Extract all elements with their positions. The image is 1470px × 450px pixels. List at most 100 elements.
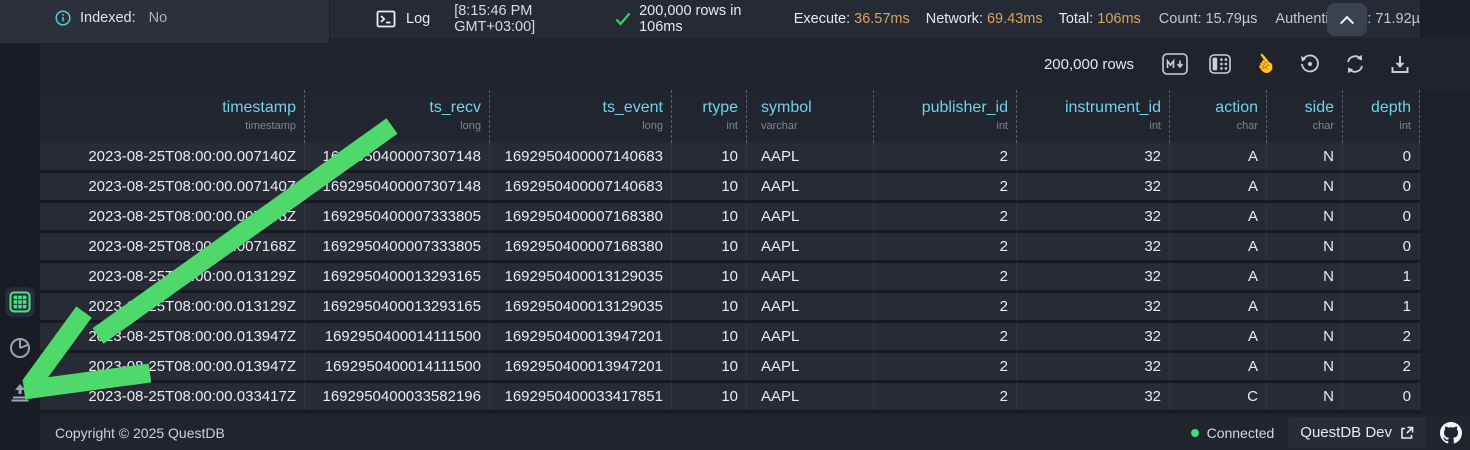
table-cell-publisher_id[interactable]: 2 bbox=[874, 263, 1017, 290]
restore-view-button[interactable] bbox=[1296, 51, 1324, 77]
table-cell-action[interactable]: C bbox=[1170, 383, 1267, 410]
table-cell-symbol[interactable]: AAPL bbox=[747, 323, 874, 350]
table-cell-timestamp[interactable]: 2023-08-25T08:00:00.013129Z bbox=[40, 263, 305, 290]
table-cell-action[interactable]: A bbox=[1170, 233, 1267, 260]
table-cell-symbol[interactable]: AAPL bbox=[747, 293, 874, 320]
table-cell-rtype[interactable]: 10 bbox=[672, 173, 747, 200]
table-row[interactable]: 2023-08-25T08:00:00.013947Z1692950400014… bbox=[40, 323, 1420, 353]
sidebar-item-import[interactable] bbox=[5, 377, 35, 407]
table-cell-instrument_id[interactable]: 32 bbox=[1017, 353, 1170, 380]
table-cell-ts_event[interactable]: 1692950400007140683 bbox=[490, 143, 672, 170]
log-label[interactable]: Log bbox=[406, 11, 430, 27]
table-cell-rtype[interactable]: 10 bbox=[672, 293, 747, 320]
table-cell-rtype[interactable]: 10 bbox=[672, 233, 747, 260]
table-cell-publisher_id[interactable]: 2 bbox=[874, 293, 1017, 320]
table-cell-ts_event[interactable]: 1692950400033417851 bbox=[490, 383, 672, 410]
column-header-action[interactable]: actionchar bbox=[1170, 90, 1267, 143]
table-cell-instrument_id[interactable]: 32 bbox=[1017, 233, 1170, 260]
table-cell-depth[interactable]: 0 bbox=[1343, 143, 1420, 170]
table-cell-depth[interactable]: 0 bbox=[1343, 203, 1420, 230]
table-cell-timestamp[interactable]: 2023-08-25T08:00:00.007140Z bbox=[40, 143, 305, 170]
table-cell-instrument_id[interactable]: 32 bbox=[1017, 263, 1170, 290]
table-cell-publisher_id[interactable]: 2 bbox=[874, 383, 1017, 410]
table-cell-timestamp[interactable]: 2023-08-25T08:00:00.007168Z bbox=[40, 203, 305, 230]
table-cell-ts_recv[interactable]: 1692950400014111500 bbox=[305, 323, 490, 350]
table-cell-ts_event[interactable]: 1692950400013947201 bbox=[490, 323, 672, 350]
table-cell-timestamp[interactable]: 2023-08-25T08:00:00.007140Z bbox=[40, 173, 305, 200]
table-cell-ts_recv[interactable]: 1692950400007333805 bbox=[305, 233, 490, 260]
table-cell-instrument_id[interactable]: 32 bbox=[1017, 323, 1170, 350]
table-cell-publisher_id[interactable]: 2 bbox=[874, 233, 1017, 260]
toggle-columns-button[interactable] bbox=[1206, 51, 1234, 77]
table-cell-rtype[interactable]: 10 bbox=[672, 383, 747, 410]
table-cell-symbol[interactable]: AAPL bbox=[747, 143, 874, 170]
table-cell-side[interactable]: N bbox=[1267, 233, 1343, 260]
table-cell-ts_event[interactable]: 1692950400007168380 bbox=[490, 203, 672, 230]
table-cell-rtype[interactable]: 10 bbox=[672, 203, 747, 230]
table-cell-symbol[interactable]: AAPL bbox=[747, 173, 874, 200]
table-row[interactable]: 2023-08-25T08:00:00.013947Z1692950400014… bbox=[40, 353, 1420, 383]
table-cell-publisher_id[interactable]: 2 bbox=[874, 323, 1017, 350]
table-cell-instrument_id[interactable]: 32 bbox=[1017, 173, 1170, 200]
pointer-mode-button[interactable]: ☝ bbox=[1251, 51, 1279, 77]
table-row[interactable]: 2023-08-25T08:00:00.013129Z1692950400013… bbox=[40, 293, 1420, 323]
table-cell-action[interactable]: A bbox=[1170, 293, 1267, 320]
table-cell-timestamp[interactable]: 2023-08-25T08:00:00.013947Z bbox=[40, 353, 305, 380]
column-header-ts_event[interactable]: ts_eventlong bbox=[490, 90, 672, 143]
table-cell-timestamp[interactable]: 2023-08-25T08:00:00.013129Z bbox=[40, 293, 305, 320]
table-cell-symbol[interactable]: AAPL bbox=[747, 353, 874, 380]
table-cell-symbol[interactable]: AAPL bbox=[747, 263, 874, 290]
sidebar-item-grid[interactable] bbox=[5, 287, 35, 317]
table-cell-instrument_id[interactable]: 32 bbox=[1017, 293, 1170, 320]
column-header-rtype[interactable]: rtypeint bbox=[672, 90, 747, 143]
table-cell-instrument_id[interactable]: 32 bbox=[1017, 203, 1170, 230]
column-header-publisher_id[interactable]: publisher_idint bbox=[874, 90, 1017, 143]
table-cell-publisher_id[interactable]: 2 bbox=[874, 173, 1017, 200]
column-header-side[interactable]: sidechar bbox=[1267, 90, 1343, 143]
table-cell-ts_recv[interactable]: 1692950400007307148 bbox=[305, 143, 490, 170]
download-result-button[interactable] bbox=[1386, 51, 1414, 77]
table-row[interactable]: 2023-08-25T08:00:00.013129Z1692950400013… bbox=[40, 263, 1420, 293]
table-cell-ts_event[interactable]: 1692950400007140683 bbox=[490, 173, 672, 200]
table-cell-timestamp[interactable]: 2023-08-25T08:00:00.013947Z bbox=[40, 323, 305, 350]
table-cell-ts_recv[interactable]: 1692950400013293165 bbox=[305, 263, 490, 290]
table-cell-depth[interactable]: 1 bbox=[1343, 293, 1420, 320]
table-cell-rtype[interactable]: 10 bbox=[672, 263, 747, 290]
table-cell-ts_event[interactable]: 1692950400013947201 bbox=[490, 353, 672, 380]
github-link[interactable] bbox=[1440, 422, 1462, 444]
table-cell-depth[interactable]: 0 bbox=[1343, 233, 1420, 260]
table-cell-ts_event[interactable]: 1692950400007168380 bbox=[490, 233, 672, 260]
table-cell-ts_event[interactable]: 1692950400013129035 bbox=[490, 293, 672, 320]
table-cell-rtype[interactable]: 10 bbox=[672, 353, 747, 380]
table-cell-symbol[interactable]: AAPL bbox=[747, 233, 874, 260]
table-cell-rtype[interactable]: 10 bbox=[672, 143, 747, 170]
refresh-button[interactable] bbox=[1341, 51, 1369, 77]
table-cell-depth[interactable]: 0 bbox=[1343, 383, 1420, 410]
table-row[interactable]: 2023-08-25T08:00:00.007140Z1692950400007… bbox=[40, 143, 1420, 173]
table-row[interactable]: 2023-08-25T08:00:00.007168Z1692950400007… bbox=[40, 233, 1420, 263]
table-cell-side[interactable]: N bbox=[1267, 173, 1343, 200]
table-cell-symbol[interactable]: AAPL bbox=[747, 203, 874, 230]
table-cell-action[interactable]: A bbox=[1170, 203, 1267, 230]
table-cell-timestamp[interactable]: 2023-08-25T08:00:00.007168Z bbox=[40, 233, 305, 260]
table-cell-ts_recv[interactable]: 1692950400014111500 bbox=[305, 353, 490, 380]
table-cell-side[interactable]: N bbox=[1267, 143, 1343, 170]
table-row[interactable]: 2023-08-25T08:00:00.007168Z1692950400007… bbox=[40, 203, 1420, 233]
table-cell-ts_recv[interactable]: 1692950400007333805 bbox=[305, 203, 490, 230]
table-cell-side[interactable]: N bbox=[1267, 263, 1343, 290]
table-cell-depth[interactable]: 0 bbox=[1343, 173, 1420, 200]
column-header-symbol[interactable]: symbolvarchar bbox=[747, 90, 874, 143]
table-cell-action[interactable]: A bbox=[1170, 173, 1267, 200]
table-cell-timestamp[interactable]: 2023-08-25T08:00:00.033417Z bbox=[40, 383, 305, 410]
table-cell-instrument_id[interactable]: 32 bbox=[1017, 383, 1170, 410]
table-cell-ts_recv[interactable]: 1692950400013293165 bbox=[305, 293, 490, 320]
table-cell-ts_event[interactable]: 1692950400013129035 bbox=[490, 263, 672, 290]
table-cell-action[interactable]: A bbox=[1170, 323, 1267, 350]
table-row[interactable]: 2023-08-25T08:00:00.033417Z 1692950400033… bbox=[40, 383, 1420, 413]
table-cell-instrument_id[interactable]: 32 bbox=[1017, 143, 1170, 170]
sidebar-item-chart[interactable] bbox=[5, 333, 35, 363]
table-cell-side[interactable]: N bbox=[1267, 293, 1343, 320]
build-version-button[interactable]: QuestDB Dev bbox=[1288, 417, 1426, 448]
table-cell-symbol[interactable]: AAPL bbox=[747, 383, 874, 410]
table-cell-action[interactable]: A bbox=[1170, 143, 1267, 170]
